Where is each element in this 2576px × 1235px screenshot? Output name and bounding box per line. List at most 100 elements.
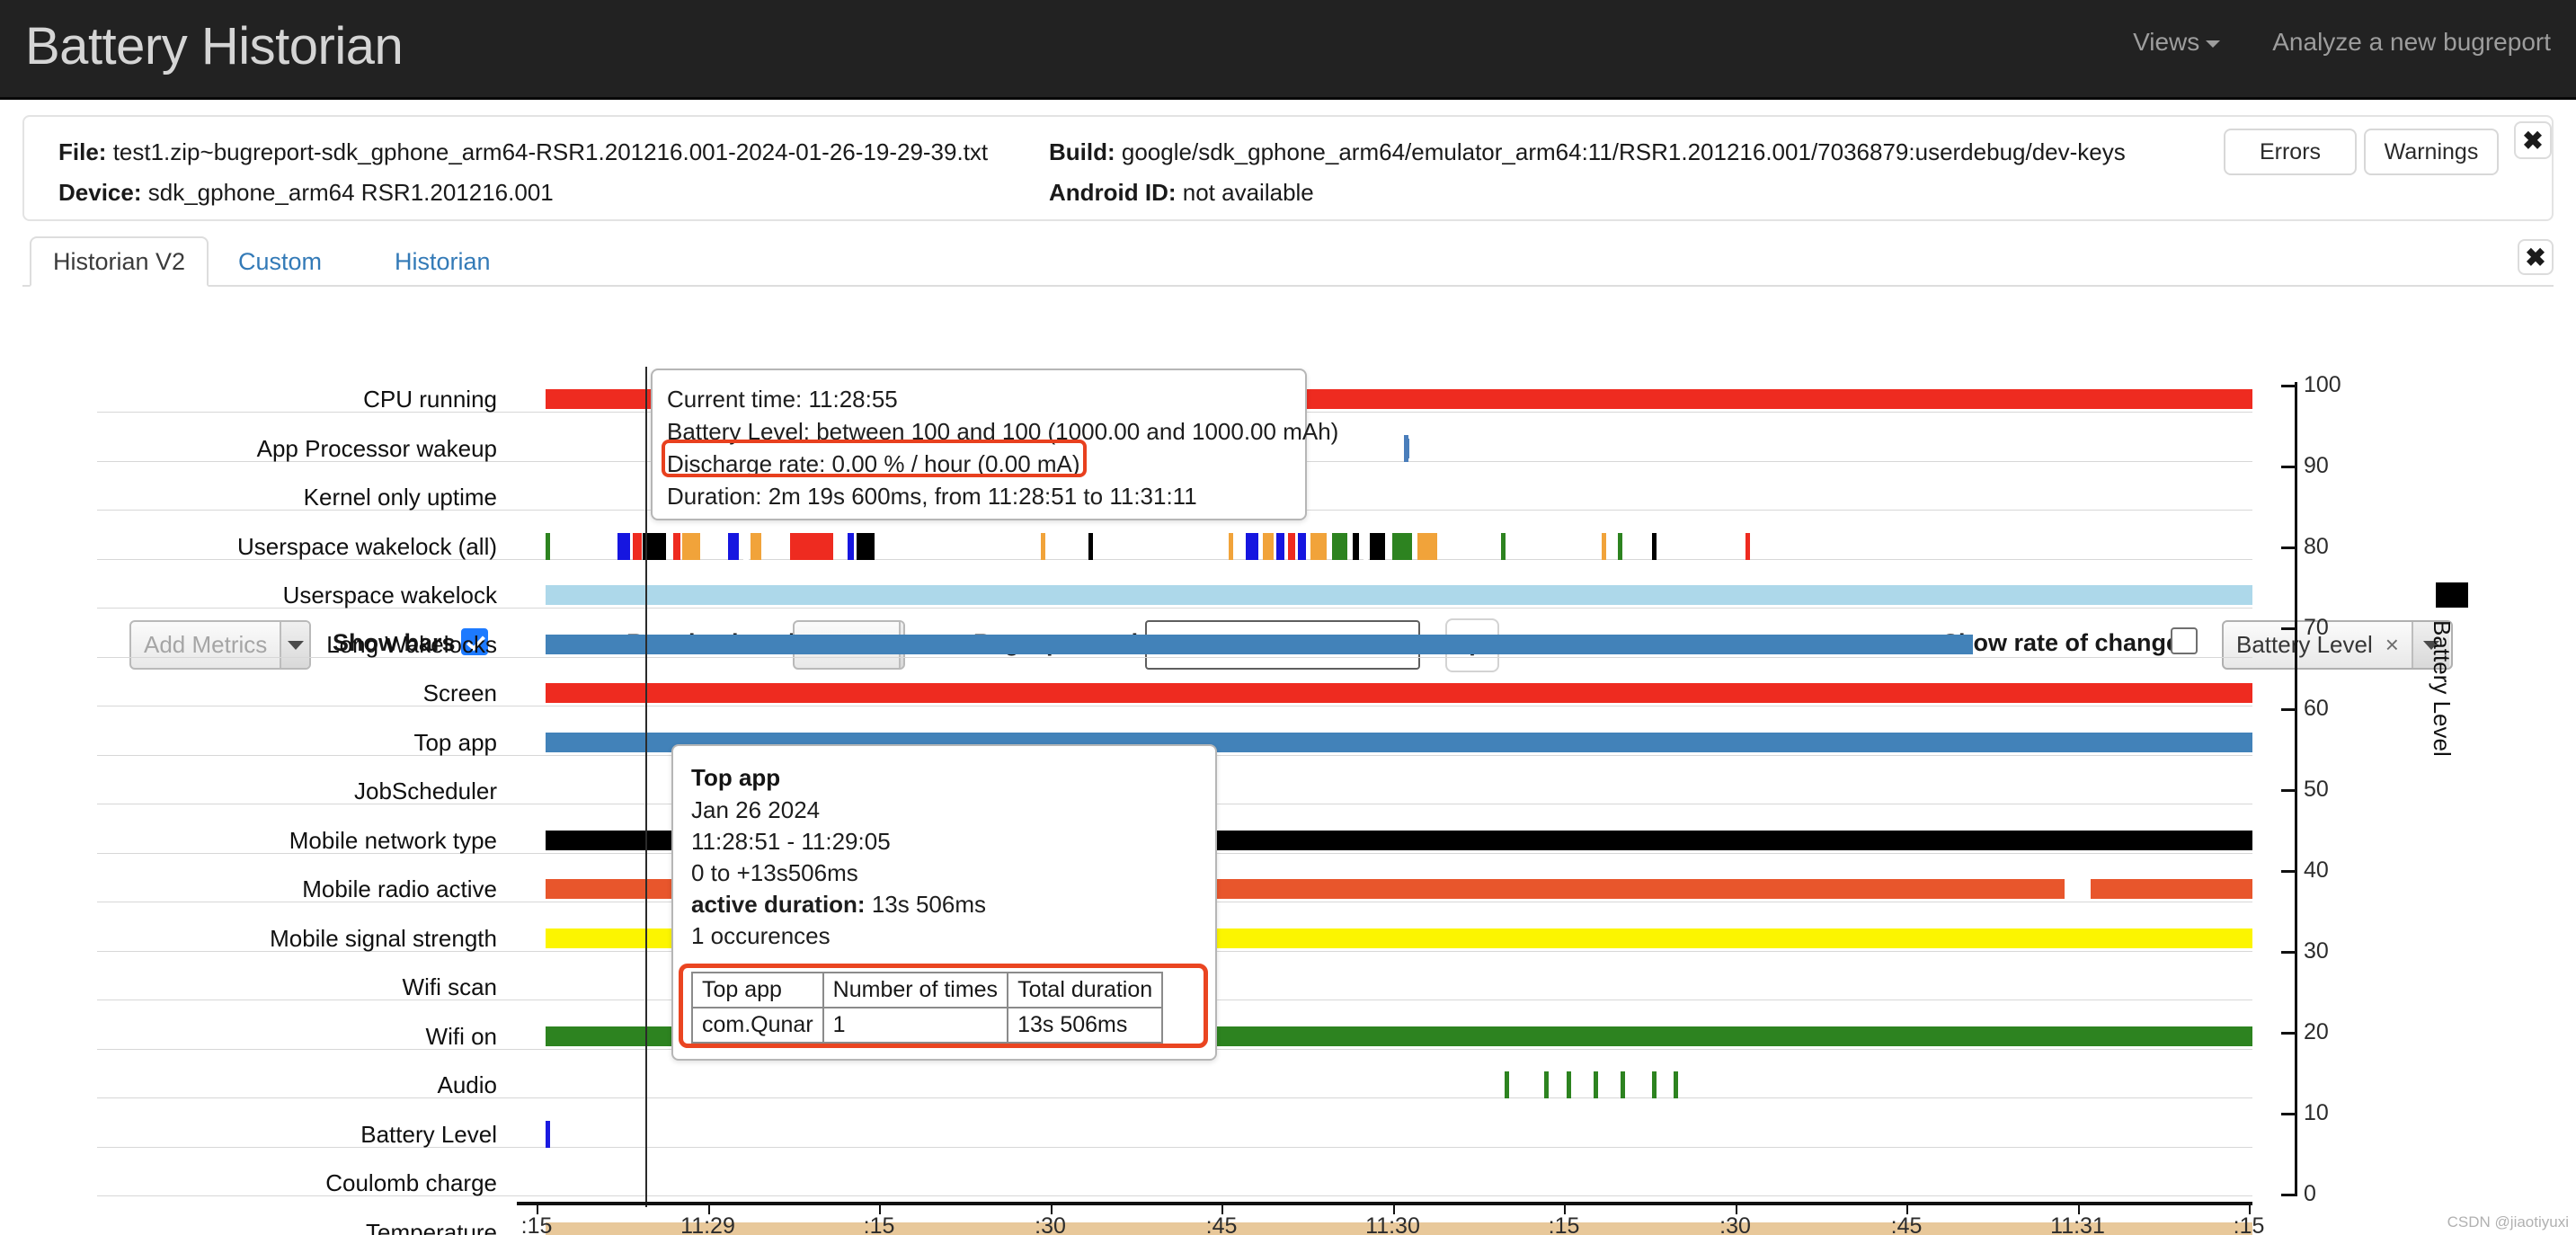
wakelock-tick[interactable] bbox=[750, 532, 761, 560]
wakelock-tick[interactable] bbox=[1617, 532, 1622, 560]
chart-row-label: Audio bbox=[437, 1071, 498, 1098]
chart-row-label: Screen bbox=[422, 680, 497, 706]
time-axis-tick-label: :30 bbox=[1035, 1213, 1066, 1235]
wakelock-tick[interactable] bbox=[1353, 532, 1360, 560]
audio-tick[interactable] bbox=[1593, 1071, 1598, 1098]
active-duration-value: 13s 506ms bbox=[871, 891, 987, 918]
audio-tick[interactable] bbox=[1543, 1071, 1549, 1098]
device-value: sdk_gphone_arm64 RSR1.201216.001 bbox=[147, 179, 554, 206]
tab-bar: Historian V2 Custom Historian ✖ bbox=[22, 236, 2554, 287]
battery-axis-tick bbox=[2281, 870, 2295, 873]
time-axis-tick-label: :15 bbox=[1548, 1213, 1580, 1235]
table-cell: 13s 506ms bbox=[1007, 1007, 1164, 1044]
wakelock-tick[interactable] bbox=[1040, 532, 1045, 560]
audio-tick[interactable] bbox=[1566, 1071, 1571, 1098]
battery-axis-tick-label: 80 bbox=[2304, 534, 2329, 559]
wakelock-tick[interactable] bbox=[1417, 532, 1438, 560]
wakelock-tick[interactable] bbox=[1275, 532, 1284, 560]
build-info-line: Build: google/sdk_gphone_arm64/emulator_… bbox=[1049, 132, 2126, 173]
wakelock-tick[interactable] bbox=[1370, 532, 1386, 560]
wakelock-tick[interactable] bbox=[1262, 532, 1274, 560]
wakelock-tick[interactable] bbox=[1501, 532, 1506, 560]
chart-row-label: Coulomb charge bbox=[325, 1169, 497, 1196]
wakelock-tick[interactable] bbox=[617, 532, 630, 560]
chart-row-label: Userspace wakelock (all) bbox=[237, 532, 497, 560]
chart-row-label: Long Wakelocks bbox=[326, 630, 497, 658]
wakelock-tick[interactable] bbox=[743, 532, 750, 560]
time-axis-tick bbox=[1221, 1202, 1223, 1214]
battery-axis-tick bbox=[2281, 546, 2295, 549]
battery-axis-tick-label: 0 bbox=[2304, 1181, 2316, 1206]
wakelock-tick[interactable] bbox=[1651, 532, 1657, 560]
time-axis-tick bbox=[2249, 1202, 2251, 1214]
wakelock-tick[interactable] bbox=[848, 532, 855, 560]
close-tab-icon[interactable]: ✖ bbox=[2518, 239, 2554, 275]
chart-row-label: App Processor wakeup bbox=[256, 434, 497, 462]
wakelock-tick[interactable] bbox=[673, 532, 681, 560]
top-app-tooltip-table: Top app Number of times Total duration com.… bbox=[691, 972, 1164, 1044]
tooltip-duration: Duration: 2m 19s 600ms, from 11:28:51 to… bbox=[667, 483, 1197, 510]
time-axis-tick bbox=[879, 1202, 881, 1214]
time-axis-tick bbox=[1735, 1202, 1737, 1214]
wakelock-tick[interactable] bbox=[1332, 532, 1348, 560]
wakelock-tick[interactable] bbox=[1363, 532, 1368, 560]
table-row: com.Qunar 1 13s 506ms bbox=[691, 1007, 1164, 1044]
analyze-new-bugreport-link[interactable]: Analyze a new bugreport bbox=[2272, 27, 2551, 58]
watermark: CSDN @jiaotiyuxi bbox=[2447, 1213, 2569, 1231]
time-axis-line bbox=[517, 1202, 2252, 1205]
wakelock-tick[interactable] bbox=[1298, 532, 1307, 560]
wakelock-tick[interactable] bbox=[1228, 532, 1233, 560]
chart-row-label: Kernel only uptime bbox=[303, 484, 497, 511]
time-axis-tick bbox=[1392, 1202, 1395, 1214]
chart-row-label: JobScheduler bbox=[354, 777, 497, 804]
close-info-panel-icon[interactable]: ✖ bbox=[2514, 121, 2552, 159]
time-axis-tick bbox=[1050, 1202, 1053, 1214]
tooltip-discharge-rate: Discharge rate: 0.00 % / hour (0.00 mA) bbox=[667, 450, 1080, 477]
battery-axis-tick-label: 100 bbox=[2304, 372, 2341, 397]
app-processor-wakeup-tick[interactable] bbox=[1404, 434, 1409, 462]
wakelock-tick[interactable] bbox=[728, 532, 740, 560]
wakelock-tick[interactable] bbox=[1310, 532, 1327, 560]
chart-bar-segment[interactable] bbox=[546, 683, 2252, 703]
wakelock-tick[interactable] bbox=[1088, 532, 1093, 560]
tab-custom[interactable]: Custom bbox=[217, 236, 343, 287]
battery-axis-tick bbox=[2281, 627, 2295, 630]
chart-gridline bbox=[97, 1097, 2252, 1098]
wakelock-tick[interactable] bbox=[681, 532, 700, 560]
battery-level-tick[interactable] bbox=[546, 1120, 550, 1148]
file-info-line: File: test1.zip~bugreport-sdk_gphone_arm… bbox=[58, 132, 988, 173]
audio-tick[interactable] bbox=[1505, 1071, 1510, 1098]
views-menu-label: Views bbox=[2133, 28, 2200, 56]
build-label: Build: bbox=[1049, 138, 1115, 165]
chart-bar-segment[interactable] bbox=[2090, 879, 2252, 899]
wakelock-tick[interactable] bbox=[546, 532, 550, 560]
wakelock-tick[interactable] bbox=[1391, 532, 1412, 560]
wakelock-tick[interactable] bbox=[1245, 532, 1258, 560]
views-menu[interactable]: Views bbox=[2133, 27, 2221, 58]
time-axis-tick-label: 11:30 bbox=[1365, 1213, 1420, 1235]
wakelock-tick[interactable] bbox=[789, 532, 833, 560]
top-app-tooltip-active-duration: active duration: 13s 506ms bbox=[691, 889, 1197, 920]
tab-historian-v2[interactable]: Historian V2 bbox=[30, 236, 209, 287]
wakelock-tick[interactable] bbox=[632, 532, 642, 560]
wakelock-tick[interactable] bbox=[1288, 532, 1296, 560]
audio-tick[interactable] bbox=[1674, 1071, 1679, 1098]
wakelock-tick[interactable] bbox=[856, 532, 875, 560]
wakelock-tick[interactable] bbox=[1602, 532, 1607, 560]
wakelock-tick[interactable] bbox=[1745, 532, 1750, 560]
active-duration-label: active duration: bbox=[691, 891, 866, 918]
chart-bar-segment[interactable] bbox=[546, 585, 2252, 605]
time-axis-tick-label: 11:31 bbox=[2050, 1213, 2105, 1235]
tab-historian[interactable]: Historian bbox=[373, 236, 512, 287]
time-axis-tick-label: :15 bbox=[2233, 1213, 2265, 1235]
warnings-button[interactable]: Warnings bbox=[2364, 129, 2499, 175]
battery-axis-tick-label: 40 bbox=[2304, 857, 2329, 883]
audio-tick[interactable] bbox=[1651, 1071, 1657, 1098]
time-axis-tick-label: :15 bbox=[863, 1213, 895, 1235]
battery-level-axis bbox=[2295, 382, 2297, 1196]
audio-tick[interactable] bbox=[1621, 1071, 1626, 1098]
chart-bar-segment[interactable] bbox=[546, 634, 1973, 654]
errors-button[interactable]: Errors bbox=[2224, 129, 2357, 175]
chart-row-label: Wifi scan bbox=[402, 973, 497, 1000]
time-axis-tick bbox=[1564, 1202, 1566, 1214]
